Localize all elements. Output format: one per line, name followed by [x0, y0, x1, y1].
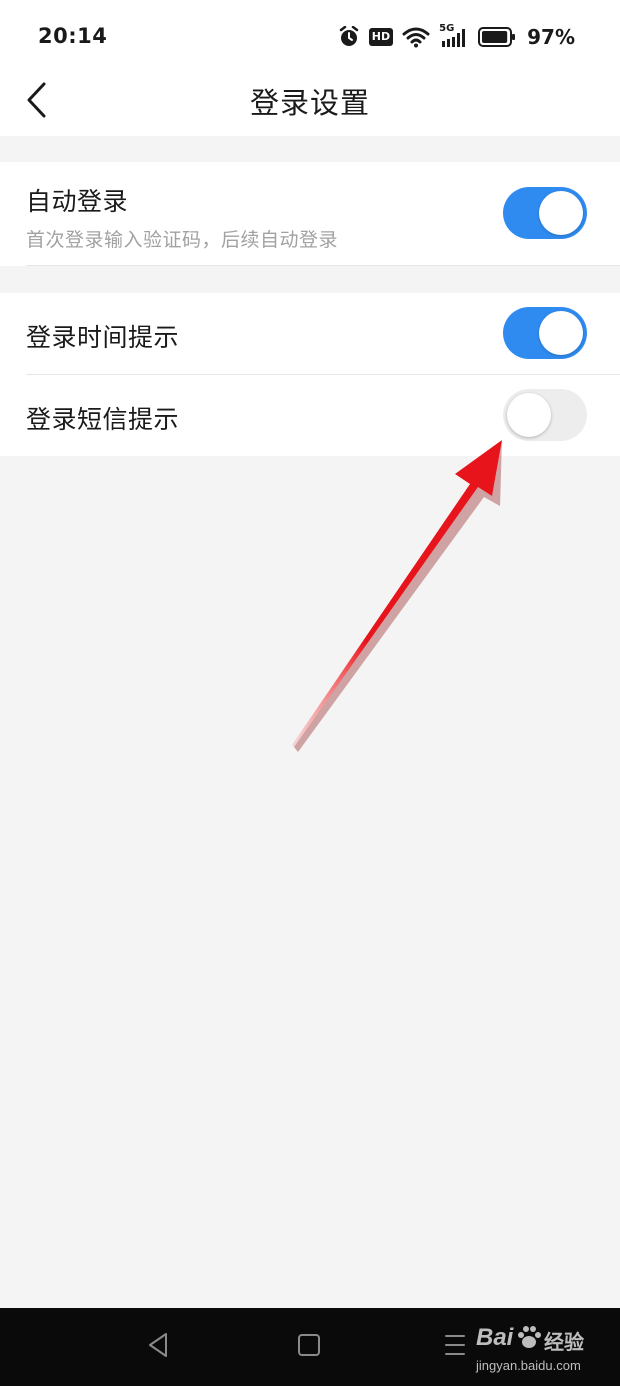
alarm-icon: [338, 26, 360, 48]
status-icons: HD 5G 97%: [338, 22, 575, 52]
hd-icon: HD: [368, 28, 394, 46]
divider: [26, 265, 620, 266]
wifi-icon: [402, 26, 430, 48]
back-triangle-icon[interactable]: [146, 1331, 170, 1363]
toggle-knob: [539, 311, 583, 355]
watermark-brand-suffix: 经验: [544, 1332, 584, 1354]
home-square-icon[interactable]: [296, 1331, 322, 1363]
battery-icon: [478, 27, 516, 47]
login-sms-notice-toggle[interactable]: [503, 389, 587, 441]
setting-row-login-sms: 登录短信提示: [0, 375, 620, 456]
watermark-url: jingyan.baidu.com: [476, 1358, 581, 1373]
auto-login-label: 自动登录: [26, 187, 129, 216]
battery-percent: 97%: [527, 25, 575, 49]
login-time-notice-toggle[interactable]: [503, 307, 587, 359]
status-bar: 20:14 HD 5G 97%: [0, 0, 620, 72]
watermark-brand: Bai: [476, 1324, 514, 1351]
auto-login-description: 首次登录输入验证码，后续自动登录: [26, 229, 339, 251]
paw-icon: [516, 1324, 542, 1354]
5g-signal-icon: 5G: [439, 23, 469, 49]
page-title: 登录设置: [249, 86, 370, 120]
toggle-knob: [507, 393, 551, 437]
header-bar: 登录设置: [0, 72, 620, 136]
toggle-knob: [539, 191, 583, 235]
auto-login-toggle[interactable]: [503, 187, 587, 239]
baidu-watermark: Bai 经验 jingyan.baidu.com: [476, 1318, 596, 1380]
login-time-notice-label: 登录时间提示: [26, 323, 180, 352]
system-nav-bar: Bai 经验 jingyan.baidu.com: [0, 1308, 620, 1386]
setting-row-login-time: 登录时间提示: [0, 293, 620, 375]
settings-group-auto-login: 自动登录 首次登录输入验证码，后续自动登录: [0, 162, 620, 266]
status-time: 20:14: [38, 24, 108, 48]
login-sms-notice-label: 登录短信提示: [26, 405, 180, 434]
menu-lines-icon[interactable]: [443, 1331, 467, 1363]
settings-group-notices: 登录时间提示 登录短信提示: [0, 293, 620, 456]
